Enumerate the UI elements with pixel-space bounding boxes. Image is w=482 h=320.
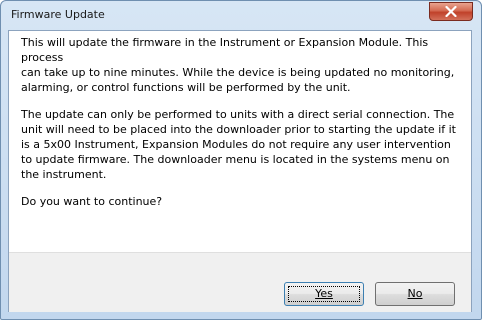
message-line: is a 5x00 Instrument, Expansion Modules … (21, 138, 451, 151)
dialog-title: Firmware Update (11, 8, 105, 21)
message-text: This will update the firmware in the Ins… (21, 35, 456, 209)
message-paragraph-2: The update can only be performed to unit… (21, 107, 456, 182)
close-icon (445, 6, 457, 17)
yes-button[interactable]: Yes (284, 282, 364, 306)
dialog-body: This will update the firmware in the Ins… (8, 30, 472, 312)
message-line: unit will need to be placed into the dow… (21, 123, 456, 136)
title-bar[interactable]: Firmware Update (1, 1, 481, 29)
close-button[interactable] (429, 2, 473, 21)
yes-button-label: Yes (315, 287, 333, 300)
message-line: This will update the firmware in the Ins… (21, 36, 429, 49)
no-button[interactable]: No (375, 282, 455, 306)
confirm-question: Do you want to continue? (21, 195, 163, 208)
message-line: The update can only be performed to unit… (21, 108, 455, 121)
message-line: process (21, 51, 64, 64)
dialog-window: Firmware Update This will update the fir… (0, 0, 482, 320)
message-paragraph-1: This will update the firmware in the Ins… (21, 35, 455, 95)
no-button-label: No (407, 287, 423, 300)
button-bar: Yes No (9, 252, 471, 312)
message-line: alarming, or control functions will be p… (21, 81, 351, 94)
message-line: can take up to nine minutes. While the d… (21, 66, 455, 79)
message-line: to update firmware. The downloader menu … (21, 153, 450, 166)
message-line: the instrument. (21, 168, 107, 181)
